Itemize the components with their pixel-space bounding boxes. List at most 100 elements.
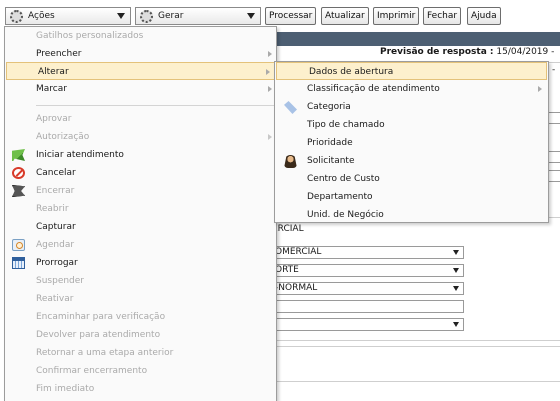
chevron-down-icon xyxy=(453,268,459,273)
submenu-item-solicitante[interactable]: Solicitante xyxy=(275,152,548,170)
side-field[interactable] xyxy=(548,170,560,182)
submenu-item-centro-custo[interactable]: Centro de Custo xyxy=(275,170,548,188)
divider xyxy=(272,346,560,347)
menu-item-reabrir: Reabrir xyxy=(5,200,276,218)
tag-icon xyxy=(284,101,297,114)
menu-item-label: Agendar xyxy=(36,240,75,250)
select-value: -NORMAL xyxy=(275,283,318,293)
menu-item-iniciar-atendimento[interactable]: Iniciar atendimento xyxy=(5,146,276,164)
actions-menu: Gatilhos personalizados Preencher Altera… xyxy=(4,26,277,401)
acoes-label: Ações xyxy=(28,11,55,21)
menu-item-label: Devolver para atendimento xyxy=(36,330,161,340)
menu-item-label: Confirmar encerramento xyxy=(36,366,148,376)
green-flag-icon xyxy=(12,149,25,161)
chevron-right-icon xyxy=(268,86,272,92)
menu-item-fim-imediato: Fim imediato xyxy=(5,380,276,398)
menu-item-label: Prorrogar xyxy=(36,258,78,268)
ajuda-button[interactable]: Ajuda xyxy=(467,7,501,25)
select-value: ORTE xyxy=(275,265,299,275)
menu-item-label: Marcar xyxy=(36,84,67,94)
submenu-item-categoria[interactable]: Categoria xyxy=(275,98,548,116)
menu-item-confirmar-encerramento: Confirmar encerramento xyxy=(5,362,276,380)
form-input[interactable] xyxy=(272,300,464,313)
menu-item-encerrar: Encerrar xyxy=(5,182,276,200)
submenu-item-label: Unid. de Negócio xyxy=(307,210,384,220)
submenu-item-unid-negocio[interactable]: Unid. de Negócio xyxy=(275,206,548,224)
menu-item-alterar[interactable]: Alterar xyxy=(6,62,275,80)
submenu-item-label: Prioridade xyxy=(307,138,353,148)
submenu-item-prioridade[interactable]: Prioridade xyxy=(275,134,548,152)
menu-item-label: Fim imediato xyxy=(36,384,95,394)
menu-item-devolver: Devolver para atendimento xyxy=(5,326,276,344)
menu-item-label: Suspender xyxy=(36,276,85,286)
menu-item-label: Autorização xyxy=(36,132,90,142)
submenu-item-label: Tipo de chamado xyxy=(307,120,385,130)
select-value: OMERCIAL xyxy=(275,247,322,257)
cancel-icon xyxy=(12,167,25,179)
menu-item-label: Retornar a uma etapa anterior xyxy=(36,348,174,358)
chevron-right-icon xyxy=(268,51,272,57)
gerar-dropdown[interactable]: Gerar xyxy=(135,7,261,25)
chevron-right-icon xyxy=(266,69,270,75)
menu-item-suspender: Suspender xyxy=(5,272,276,290)
fechar-button[interactable]: Fechar xyxy=(423,7,462,25)
schedule-icon xyxy=(12,239,25,251)
side-field[interactable] xyxy=(548,112,560,124)
menu-item-marcar[interactable]: Marcar xyxy=(5,80,276,98)
calendar-icon xyxy=(12,257,25,269)
chevron-down-icon xyxy=(453,322,459,327)
chevron-down-icon xyxy=(453,250,459,255)
menu-item-label: Gatilhos personalizados xyxy=(36,31,144,41)
menu-item-prorrogar[interactable]: Prorrogar xyxy=(5,254,276,272)
menu-item-cancelar[interactable]: Cancelar xyxy=(5,164,276,182)
form-header-bar xyxy=(272,32,560,46)
submenu-item-label: Categoria xyxy=(307,102,351,112)
forecast-label: Previsão de resposta : xyxy=(380,47,494,57)
menu-item-preencher[interactable]: Preencher xyxy=(5,45,276,63)
divider xyxy=(272,381,560,382)
imprimir-button[interactable]: Imprimir xyxy=(373,7,420,25)
menu-item-label: Encaminhar para verificação xyxy=(36,312,166,322)
side-field[interactable] xyxy=(548,151,560,163)
submenu-item-label: Departamento xyxy=(307,192,373,202)
chevron-down-icon xyxy=(247,13,255,19)
menu-item-retornar: Retornar a uma etapa anterior xyxy=(5,344,276,362)
submenu-item-label: Solicitante xyxy=(307,156,355,166)
gerar-label: Gerar xyxy=(158,11,184,21)
menu-item-autorizacao: Autorização xyxy=(5,128,276,146)
submenu-item-departamento[interactable]: Departamento xyxy=(275,188,548,206)
menu-item-label: Encerrar xyxy=(36,186,75,196)
forecast-value: 15/04/2019 - xyxy=(496,47,555,57)
chevron-down-icon xyxy=(117,13,125,19)
menu-item-capturar[interactable]: Capturar xyxy=(5,218,276,236)
submenu-item-label: Centro de Custo xyxy=(307,174,380,184)
user-icon xyxy=(284,155,297,168)
acoes-dropdown[interactable]: Ações xyxy=(5,7,131,25)
submenu-item-label: Dados de abertura xyxy=(309,67,394,77)
menu-item-gatilhos: Gatilhos personalizados xyxy=(5,27,276,45)
menu-item-label: Preencher xyxy=(36,49,82,59)
submenu-item-dados-abertura[interactable]: Dados de abertura xyxy=(276,62,547,80)
menu-item-agendar: Agendar xyxy=(5,236,276,254)
chevron-right-icon xyxy=(268,134,272,140)
form-select-1[interactable]: OMERCIAL xyxy=(272,246,464,259)
form-select-3[interactable]: -NORMAL xyxy=(272,282,464,295)
submenu-item-label: Classificação de atendimento xyxy=(307,84,440,94)
gear-icon xyxy=(10,10,23,23)
form-select-2[interactable]: ORTE xyxy=(272,264,464,277)
divider xyxy=(272,340,560,341)
chevron-right-icon xyxy=(538,86,542,92)
processar-button[interactable]: Processar xyxy=(265,7,317,25)
atualizar-button[interactable]: Atualizar xyxy=(321,7,369,25)
menu-item-label: Iniciar atendimento xyxy=(36,150,124,160)
gear-icon xyxy=(140,10,153,23)
menu-item-label: Reativar xyxy=(36,294,74,304)
form-select-4[interactable] xyxy=(272,318,464,331)
chevron-down-icon xyxy=(453,286,459,291)
menu-item-label: Capturar xyxy=(36,222,76,232)
submenu-item-tipo-chamado[interactable]: Tipo de chamado xyxy=(275,116,548,134)
menu-item-label: Reabrir xyxy=(36,204,69,214)
finish-flag-icon xyxy=(12,185,25,197)
menu-item-aprovar: Aprovar xyxy=(5,110,276,128)
submenu-item-classificacao[interactable]: Classificação de atendimento xyxy=(275,80,548,98)
